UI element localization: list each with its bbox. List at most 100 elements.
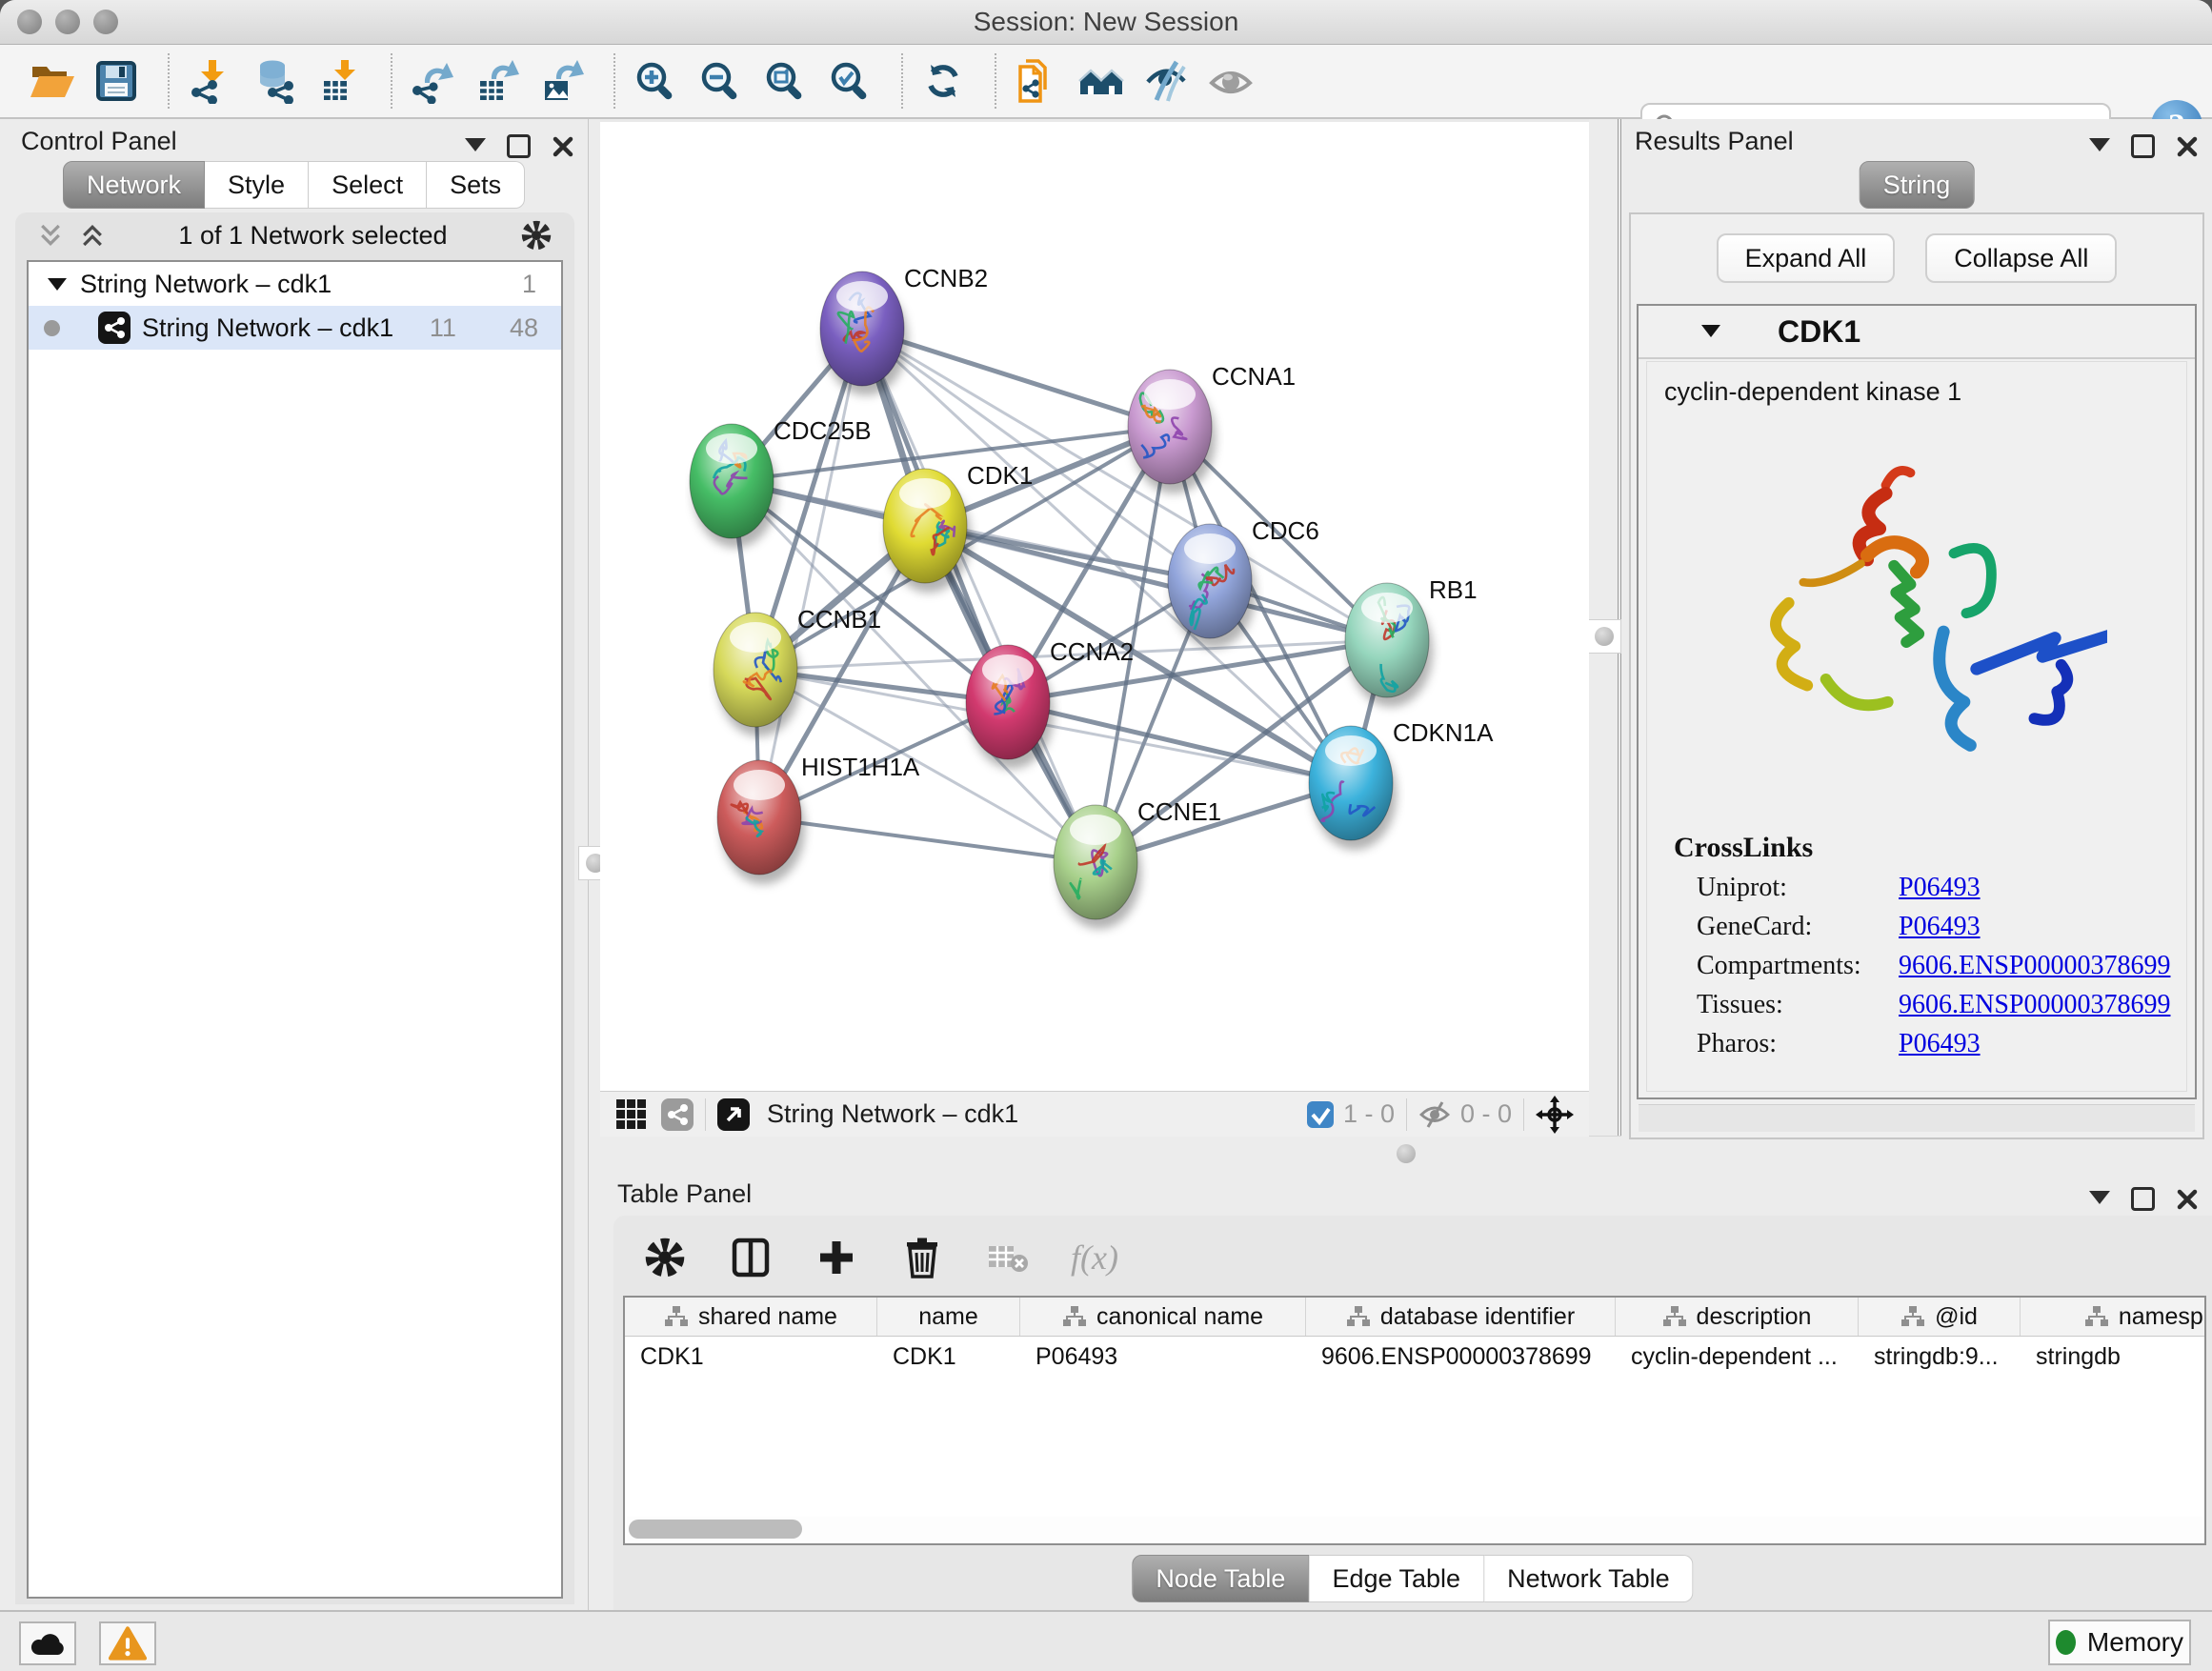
selected-checkbox-icon[interactable] <box>1307 1101 1334 1128</box>
import-network-database-button[interactable] <box>248 51 301 111</box>
table-cell[interactable]: stringdb:9... <box>1859 1337 2021 1377</box>
column-header-database-identifier[interactable]: database identifier <box>1306 1298 1616 1336</box>
tab-string[interactable]: String <box>1860 161 1975 209</box>
network-edge[interactable] <box>732 481 1210 581</box>
table-cell[interactable]: P06493 <box>1020 1337 1306 1377</box>
warning-status-button[interactable] <box>99 1621 156 1665</box>
table-cell[interactable]: CDK1 <box>625 1337 877 1377</box>
detach-view-icon[interactable] <box>717 1098 750 1131</box>
tab-select[interactable]: Select <box>309 161 427 209</box>
network-edge[interactable] <box>862 329 1096 862</box>
hidden-eye-slash-icon[interactable] <box>1418 1100 1451 1129</box>
refresh-layout-button[interactable] <box>916 51 970 111</box>
column-header-name[interactable]: name <box>877 1298 1020 1336</box>
panel-collapse-icon[interactable] <box>2089 1191 2110 1215</box>
tab-style[interactable]: Style <box>205 161 309 209</box>
tab-node-table[interactable]: Node Table <box>1132 1555 1309 1602</box>
save-session-button[interactable] <box>90 51 143 111</box>
cloud-status-button[interactable] <box>19 1621 76 1665</box>
network-graph[interactable]: CCNB2CCNA1CDC25BCDK1CDC6RB1CCNB1CCNA2CDK… <box>600 122 1589 1091</box>
import-network-file-button[interactable] <box>183 51 236 111</box>
network-node-RB1[interactable]: RB1 <box>1345 575 1478 707</box>
tab-network[interactable]: Network <box>63 161 205 209</box>
zoom-in-button[interactable] <box>629 51 682 111</box>
network-node-CCNB2[interactable]: CCNB2 <box>820 264 988 395</box>
table-hscrollbar-thumb[interactable] <box>629 1520 802 1539</box>
import-table-button[interactable] <box>312 51 366 111</box>
network-view-share-icon[interactable] <box>661 1098 694 1131</box>
table-hscrollbar-track[interactable] <box>627 1517 2202 1541</box>
results-scroll-area[interactable]: CDK1 cyclin-dependent kinase 1 <box>1637 304 2197 1099</box>
crosslink-link[interactable]: P06493 <box>1899 912 1981 942</box>
tree-expand-icon[interactable] <box>48 278 67 300</box>
panel-close-icon[interactable] <box>2176 1188 2199 1211</box>
network-edge[interactable] <box>1008 702 1351 783</box>
gene-section-header[interactable]: CDK1 <box>1639 306 2195 359</box>
delete-table-button[interactable] <box>981 1228 1035 1287</box>
expand-all-button[interactable]: Expand All <box>1717 233 1896 283</box>
network-edge[interactable] <box>759 817 1096 862</box>
crosslink-link[interactable]: P06493 <box>1899 873 1981 903</box>
column-header-namespace[interactable]: namespace <box>2021 1298 2206 1336</box>
network-node-CCNE1[interactable]: CCNE1 <box>1054 797 1221 929</box>
section-collapse-icon[interactable] <box>1701 325 1720 347</box>
panel-collapse-icon[interactable] <box>465 138 486 162</box>
panel-collapse-icon[interactable] <box>2089 138 2110 162</box>
panel-float-icon[interactable] <box>507 134 531 158</box>
zoom-out-button[interactable] <box>694 51 747 111</box>
network-node-CCNA1[interactable]: CCNA1 <box>1128 362 1296 493</box>
column-header-canonical-name[interactable]: canonical name <box>1020 1298 1306 1336</box>
network-node-CDC25B[interactable]: CDC25B <box>690 416 872 548</box>
tab-sets[interactable]: Sets <box>427 161 525 209</box>
birds-eye-view-button[interactable] <box>1204 51 1257 111</box>
crosslink-link[interactable]: P06493 <box>1899 1029 1981 1059</box>
collapse-all-button[interactable]: Collapse All <box>1925 233 2117 283</box>
table-cell[interactable]: 9606.ENSP00000378699 <box>1306 1337 1616 1377</box>
panel-close-icon[interactable] <box>2176 135 2199 158</box>
grid-view-icon[interactable] <box>615 1098 648 1131</box>
panel-float-icon[interactable] <box>2131 134 2155 158</box>
crosslink-link[interactable]: 9606.ENSP00000378699 <box>1899 990 2170 1020</box>
node-table[interactable]: shared namenamecanonical namedatabase id… <box>623 1296 2206 1545</box>
network-node-HIST1H1A[interactable]: HIST1H1A <box>717 753 920 884</box>
table-cell[interactable]: CDK1 <box>877 1337 1020 1377</box>
network-from-document-button[interactable] <box>1010 51 1063 111</box>
splitter-handle[interactable] <box>1390 1137 1422 1170</box>
table-settings-button[interactable] <box>638 1228 692 1287</box>
network-row-selected[interactable]: String Network – cdk1 11 48 <box>29 306 561 350</box>
network-node-CCNA2[interactable]: CCNA2 <box>966 637 1134 769</box>
add-column-button[interactable] <box>810 1228 863 1287</box>
zoom-selected-button[interactable] <box>823 51 876 111</box>
expand-all-chevrons-icon[interactable] <box>36 221 65 250</box>
network-canvas[interactable]: CCNB2CCNA1CDC25BCDK1CDC6RB1CCNB1CCNA2CDK… <box>600 122 1589 1091</box>
splitter-handle[interactable] <box>1587 619 1621 654</box>
panel-close-icon[interactable] <box>552 135 574 158</box>
network-node-CDC6[interactable]: CDC6 <box>1168 516 1319 648</box>
tab-edge-table[interactable]: Edge Table <box>1309 1555 1484 1602</box>
network-collection-row[interactable]: String Network – cdk1 1 <box>29 262 561 306</box>
gear-icon[interactable] <box>519 218 553 252</box>
export-table-button[interactable] <box>471 51 524 111</box>
panel-float-icon[interactable] <box>2131 1187 2155 1211</box>
export-network-button[interactable] <box>406 51 459 111</box>
open-session-button[interactable] <box>25 51 78 111</box>
show-columns-button[interactable] <box>724 1228 777 1287</box>
table-row[interactable]: CDK1CDK1P064939606.ENSP00000378699cyclin… <box>625 1337 2204 1377</box>
network-node-CCNB1[interactable]: CCNB1 <box>714 605 881 736</box>
column-header-shared-name[interactable]: shared name <box>625 1298 877 1336</box>
network-node-CDK1[interactable]: CDK1 <box>883 461 1033 593</box>
navigator-crosshair-icon[interactable] <box>1536 1096 1574 1134</box>
function-builder-button[interactable]: f(x) <box>1067 1228 1122 1287</box>
delete-column-button[interactable] <box>895 1228 949 1287</box>
show-hide-graphics-details-button[interactable] <box>1139 51 1193 111</box>
results-scrollbar-track[interactable] <box>1639 1104 2195 1132</box>
column-header-description[interactable]: description <box>1616 1298 1859 1336</box>
collapse-all-chevrons-icon[interactable] <box>78 221 107 250</box>
export-image-button[interactable] <box>535 51 589 111</box>
network-edge[interactable] <box>862 329 1170 427</box>
crosslink-link[interactable]: 9606.ENSP00000378699 <box>1899 951 2170 981</box>
table-cell[interactable]: cyclin-dependent ... <box>1616 1337 1859 1377</box>
first-neighbors-button[interactable] <box>1075 51 1128 111</box>
memory-button[interactable]: Memory <box>2048 1620 2191 1665</box>
column-header--id[interactable]: @id <box>1859 1298 2021 1336</box>
